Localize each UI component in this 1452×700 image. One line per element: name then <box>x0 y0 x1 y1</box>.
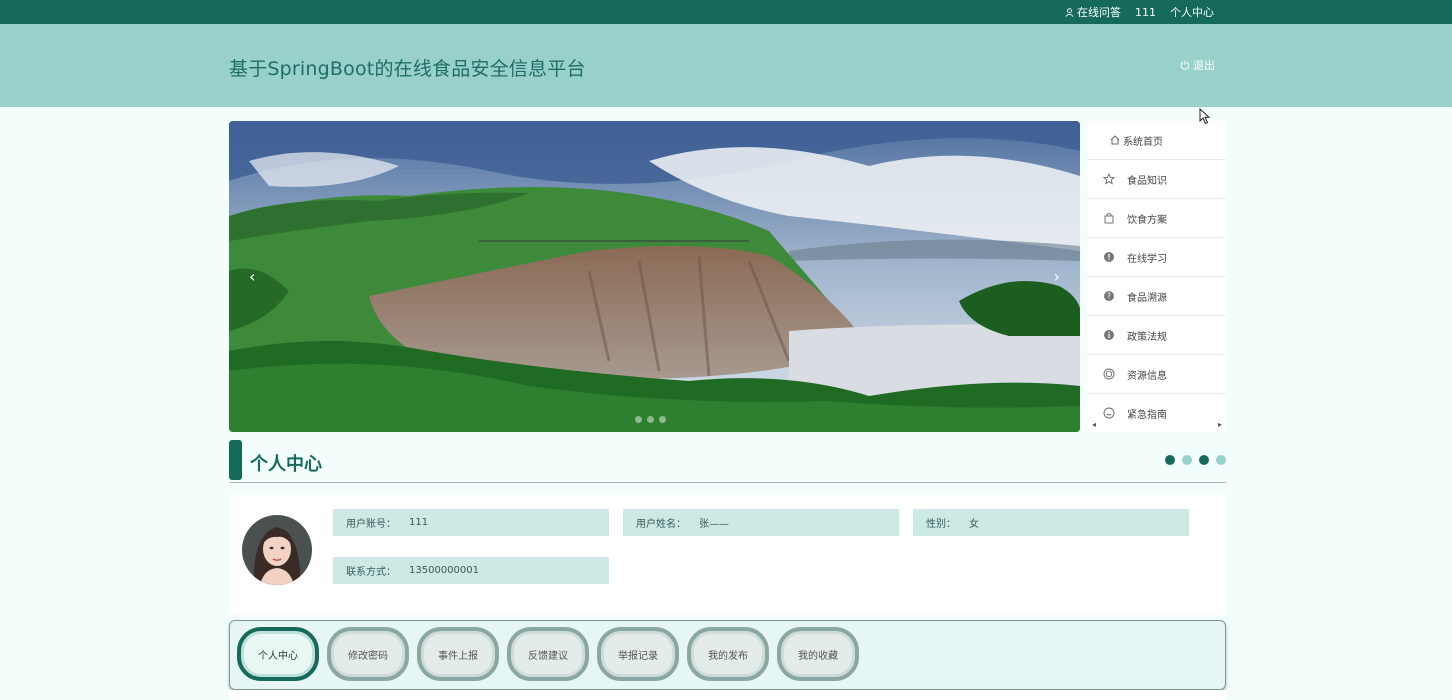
section-accent-bar <box>229 440 242 480</box>
banner-carousel[interactable]: ‹ › <box>229 121 1080 432</box>
banner-next-arrow[interactable]: › <box>1054 267 1060 286</box>
tab-my-posts[interactable]: 我的发布 <box>687 627 769 681</box>
section-header: 个人中心 <box>229 440 1226 483</box>
account-field: 用户账号： 111 <box>333 509 609 536</box>
mouse-cursor-icon <box>1199 108 1211 125</box>
profile-tabs: 个人中心 修改密码 事件上报 反馈建议 举报记录 我的发布 我的收藏 <box>229 620 1226 690</box>
nav-label: 食品溯源 <box>1127 292 1167 304</box>
section-title: 个人中心 <box>250 454 322 475</box>
name-value: 张—— <box>699 519 729 530</box>
name-label: 用户姓名： <box>636 519 686 530</box>
tab-personal-center[interactable]: 个人中心 <box>237 627 319 681</box>
nav-item-food-trace[interactable]: ? 食品溯源 <box>1087 277 1226 316</box>
smile-icon <box>1103 407 1115 419</box>
section-dots <box>1165 455 1226 465</box>
nav-label: 资源信息 <box>1127 370 1167 382</box>
banner-dot[interactable] <box>659 416 666 423</box>
name-field: 用户姓名： 张—— <box>623 509 899 536</box>
gender-label: 性别： <box>926 519 956 530</box>
top-links: 在线问答 111 个人中心 <box>1065 0 1214 24</box>
banner-dot[interactable] <box>647 416 654 423</box>
logout-label: 退出 <box>1193 59 1215 72</box>
section-dot <box>1165 455 1175 465</box>
tab-report-records[interactable]: 举报记录 <box>597 627 679 681</box>
tab-change-password[interactable]: 修改密码 <box>327 627 409 681</box>
top-bar: 在线问答 111 个人中心 <box>0 0 1452 24</box>
personal-center-link[interactable]: 个人中心 <box>1170 4 1214 20</box>
target-icon <box>1103 368 1115 380</box>
tab-my-favorites[interactable]: 我的收藏 <box>777 627 859 681</box>
account-value: 111 <box>409 517 429 528</box>
scroll-left-arrow[interactable]: ◂ <box>1092 420 1096 429</box>
question-circle-icon: ? <box>1104 291 1114 301</box>
nav-label: 政策法规 <box>1127 331 1167 343</box>
power-icon <box>1180 60 1190 70</box>
gender-value: 女 <box>969 519 979 530</box>
nav-item-diet-plan[interactable]: 饮食方案 <box>1087 199 1226 238</box>
avatar <box>242 515 312 585</box>
section-dot <box>1182 455 1192 465</box>
tab-feedback[interactable]: 反馈建议 <box>507 627 589 681</box>
side-nav: 系统首页 食品知识 饮食方案 在线学习 ? 食品溯源 政策法规 资源信息 紧急指… <box>1087 121 1226 432</box>
online-qa-label: 在线问答 <box>1077 6 1121 19</box>
nav-item-home[interactable]: 系统首页 <box>1087 121 1226 160</box>
nav-item-resources[interactable]: 资源信息 <box>1087 355 1226 394</box>
content-area <box>229 690 1226 700</box>
gender-field: 性别： 女 <box>913 509 1189 536</box>
site-title: 基于SpringBoot的在线食品安全信息平台 <box>229 58 586 80</box>
exclamation-circle-icon <box>1104 252 1114 262</box>
info-circle-icon <box>1104 330 1114 340</box>
banner-dot[interactable] <box>635 416 642 423</box>
home-icon <box>1110 135 1120 145</box>
user-icon <box>1065 7 1074 17</box>
phone-label: 联系方式： <box>346 567 396 578</box>
section-dot <box>1216 455 1226 465</box>
phone-field: 联系方式： 13500000001 <box>333 557 609 584</box>
scroll-right-arrow[interactable]: ▸ <box>1218 420 1222 429</box>
username-link[interactable]: 111 <box>1135 6 1156 19</box>
profile-card: 用户账号： 111 用户姓名： 张—— 性别： 女 联系方式： 13500000… <box>229 495 1226 615</box>
avatar-image <box>242 515 312 585</box>
phone-value: 13500000001 <box>409 565 479 576</box>
nav-item-policy[interactable]: 政策法规 <box>1087 316 1226 355</box>
nav-label: 紧急指南 <box>1127 409 1167 421</box>
banner-image <box>229 121 1080 432</box>
banner-indicators <box>635 416 666 423</box>
section-dot <box>1199 455 1209 465</box>
bag-icon <box>1104 213 1114 224</box>
logout-button[interactable]: 退出 <box>1180 57 1215 73</box>
nav-label: 在线学习 <box>1127 253 1167 265</box>
online-qa-link[interactable]: 在线问答 <box>1065 4 1121 20</box>
account-label: 用户账号： <box>346 519 396 530</box>
nav-item-food-knowledge[interactable]: 食品知识 <box>1087 160 1226 199</box>
nav-label: 饮食方案 <box>1127 214 1167 226</box>
nav-item-online-learning[interactable]: 在线学习 <box>1087 238 1226 277</box>
banner-prev-arrow[interactable]: ‹ <box>249 267 255 286</box>
site-header: 基于SpringBoot的在线食品安全信息平台 退出 <box>0 24 1452 107</box>
tab-report-event[interactable]: 事件上报 <box>417 627 499 681</box>
star-icon <box>1103 173 1115 185</box>
svg-text:?: ? <box>1107 292 1111 301</box>
nav-label: 食品知识 <box>1127 175 1167 187</box>
nav-label: 系统首页 <box>1123 136 1163 148</box>
nav-scrollbar[interactable]: ◂ ▸ <box>1087 420 1226 432</box>
